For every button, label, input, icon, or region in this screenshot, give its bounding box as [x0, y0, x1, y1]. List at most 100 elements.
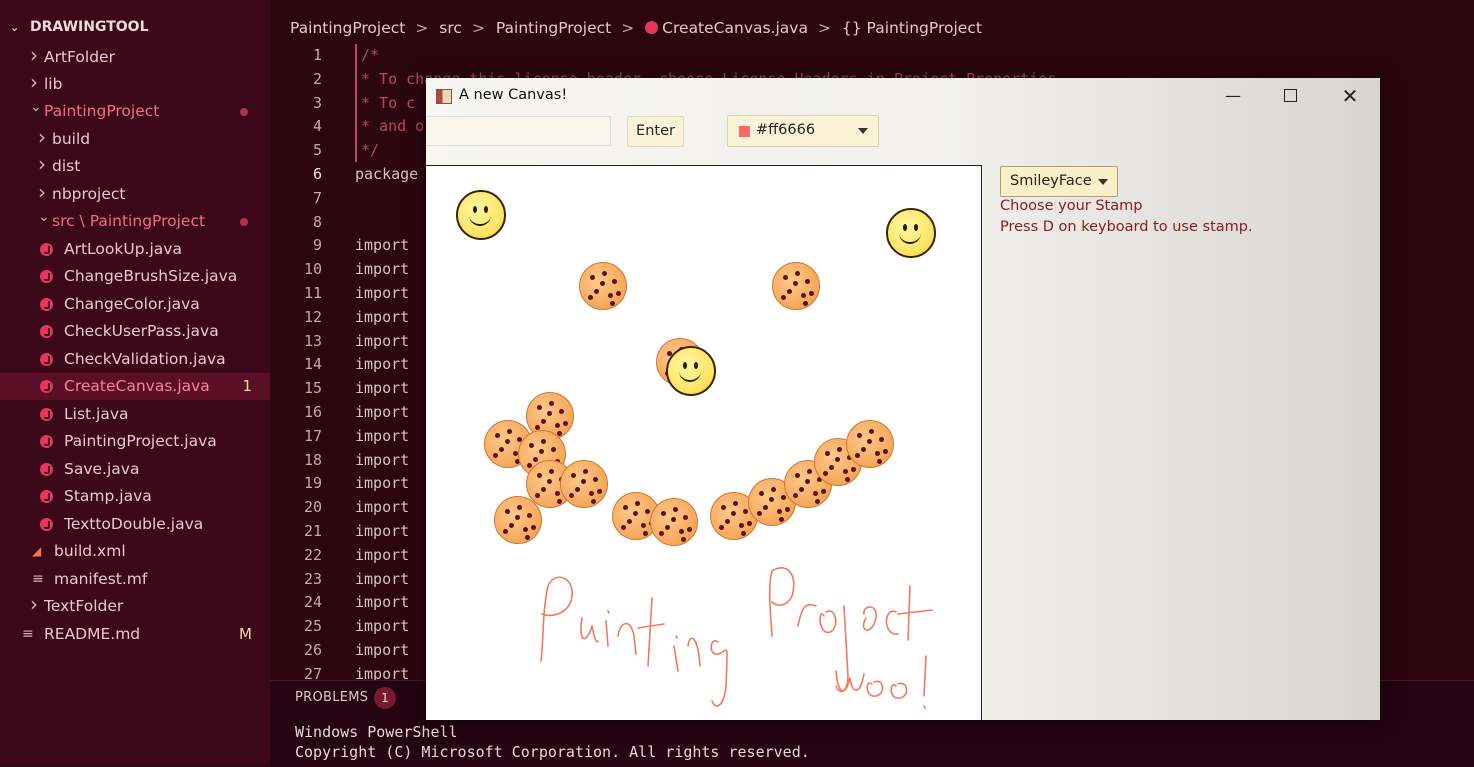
close-button[interactable]: ✕: [1338, 85, 1362, 107]
caret-down-icon: [1098, 179, 1108, 185]
line-number: 10: [303, 260, 322, 279]
breadcrumb-item[interactable]: PaintingProject: [496, 19, 611, 37]
line-number: 6: [312, 165, 322, 183]
chevron-down-icon: ⌄: [10, 21, 20, 34]
explorer-item[interactable]: › TextFolder: [0, 592, 270, 620]
explorer-item-label: ChangeBrushSize.java: [64, 267, 238, 285]
line-number: 16: [303, 403, 322, 421]
explorer-item[interactable]: ◢ build.xml: [0, 538, 270, 565]
minimize-button[interactable]: —: [1221, 85, 1245, 107]
java-file-icon: [40, 380, 53, 393]
stamp-instructions: Press D on keyboard to use stamp.: [1000, 219, 1253, 235]
explorer-item[interactable]: CheckValidation.java: [0, 346, 270, 373]
comment-fold-guide: [355, 44, 357, 162]
java-file-icon: [40, 353, 53, 366]
line-number: 20: [303, 498, 322, 517]
app-icon: [436, 89, 452, 104]
explorer-item[interactable]: ChangeColor.java: [0, 291, 270, 318]
explorer-item[interactable]: CheckUserPass.java: [0, 318, 270, 345]
line-number: 4: [312, 117, 322, 136]
chevron-right-icon: ›: [30, 592, 38, 616]
tab-problems[interactable]: PROBLEMS: [295, 690, 368, 705]
chevron-right-icon: ›: [30, 43, 38, 67]
freehand-strokes: [540, 567, 933, 709]
explorer-item[interactable]: PaintingProject.java: [0, 428, 270, 455]
java-file-icon: [40, 325, 53, 338]
window-titlebar[interactable]: A new Canvas! — ✕: [426, 78, 1380, 114]
file-lines-icon: ≡: [32, 571, 44, 587]
explorer-item[interactable]: › ArtFolder: [0, 43, 270, 71]
problems-count-badge: 1: [374, 687, 396, 709]
code-line: import: [355, 498, 410, 517]
explorer-item[interactable]: › build: [0, 125, 270, 153]
java-file-icon: [40, 270, 53, 283]
explorer-item[interactable]: Save.java: [0, 456, 270, 483]
explorer-item[interactable]: ⌄ PaintingProject: [0, 98, 270, 125]
chevron-right-icon: >: [471, 19, 485, 37]
explorer-item-label: ArtFolder: [44, 48, 115, 66]
java-file-icon: [40, 490, 53, 503]
chevron-right-icon: >: [621, 19, 635, 37]
chevron-right-icon: >: [817, 19, 831, 37]
java-file-icon: [40, 408, 53, 421]
chevron-right-icon: ›: [38, 125, 46, 149]
explorer-item-label: TexttoDouble.java: [64, 515, 204, 533]
code-line: import: [355, 307, 410, 326]
code-line: import: [355, 522, 410, 540]
drawing-canvas[interactable]: [426, 165, 982, 720]
color-picker[interactable]: #ff6666: [727, 115, 879, 147]
line-number: 15: [303, 379, 322, 398]
explorer-item[interactable]: List.java: [0, 401, 270, 428]
breadcrumb-item[interactable]: {} PaintingProject: [842, 19, 982, 37]
explorer-item[interactable]: ⌄ src \ PaintingProject: [0, 208, 270, 235]
code-line: import: [355, 355, 410, 374]
java-file-icon: [40, 435, 53, 448]
explorer-item-label: CreateCanvas.java: [64, 377, 210, 395]
explorer-sidebar: ⌄ DRAWINGTOOL › ArtFolder › lib ⌄ PaintingProj…: [0, 0, 270, 766]
code-line: import: [355, 641, 410, 659]
name-input[interactable]: [426, 116, 611, 146]
code-line: import: [355, 331, 410, 350]
line-number: 11: [303, 284, 322, 302]
explorer-item[interactable]: › dist: [0, 152, 270, 180]
explorer-item[interactable]: CreateCanvas.java 1: [0, 373, 270, 400]
maximize-icon: [1283, 89, 1297, 102]
breadcrumb-item[interactable]: src: [439, 19, 462, 37]
file-status-badge: 1: [242, 377, 252, 395]
explorer-item-label: ArtLookUp.java: [64, 240, 182, 258]
maximize-button[interactable]: [1278, 85, 1302, 107]
explorer-item-label: dist: [52, 157, 81, 175]
breadcrumb: PaintingProject > src > PaintingProject > C…: [290, 19, 986, 37]
explorer-item-label: List.java: [64, 405, 129, 423]
breadcrumb-item[interactable]: CreateCanvas.java: [662, 19, 808, 37]
window-title: A new Canvas!: [459, 87, 568, 103]
explorer-section-title[interactable]: ⌄ DRAWINGTOOL: [10, 19, 149, 35]
line-number: 26: [303, 641, 322, 659]
java-file-icon: [40, 463, 53, 476]
explorer-item[interactable]: Stamp.java: [0, 483, 270, 510]
stamp-dropdown[interactable]: SmileyFace: [1000, 166, 1118, 197]
code-line: import: [355, 426, 410, 445]
explorer-item-label: TextFolder: [44, 597, 124, 615]
enter-button[interactable]: Enter: [627, 116, 684, 147]
explorer-item[interactable]: ≡ README.md M: [0, 621, 270, 648]
explorer-item-label: CheckValidation.java: [64, 350, 226, 368]
code-line: import: [355, 474, 410, 493]
explorer-item[interactable]: ChangeBrushSize.java: [0, 263, 270, 290]
file-status-badge: M: [239, 625, 252, 643]
code-line: import: [355, 379, 410, 398]
line-number: 24: [303, 593, 322, 612]
chevron-right-icon: ›: [38, 180, 46, 204]
explorer-item-label: PaintingProject.java: [64, 432, 217, 450]
line-number: 5: [312, 141, 322, 160]
line-number: 12: [303, 307, 322, 326]
explorer-item[interactable]: TexttoDouble.java: [0, 511, 270, 538]
line-number: 17: [303, 426, 322, 445]
explorer-item-label: Save.java: [64, 460, 140, 478]
line-number: 14: [303, 355, 322, 374]
explorer-item[interactable]: ArtLookUp.java: [0, 236, 270, 263]
explorer-item-label: manifest.mf: [54, 570, 148, 588]
breadcrumb-item[interactable]: PaintingProject: [290, 19, 405, 37]
chevron-right-icon: >: [415, 19, 429, 37]
explorer-item[interactable]: ≡ manifest.mf: [0, 566, 270, 593]
